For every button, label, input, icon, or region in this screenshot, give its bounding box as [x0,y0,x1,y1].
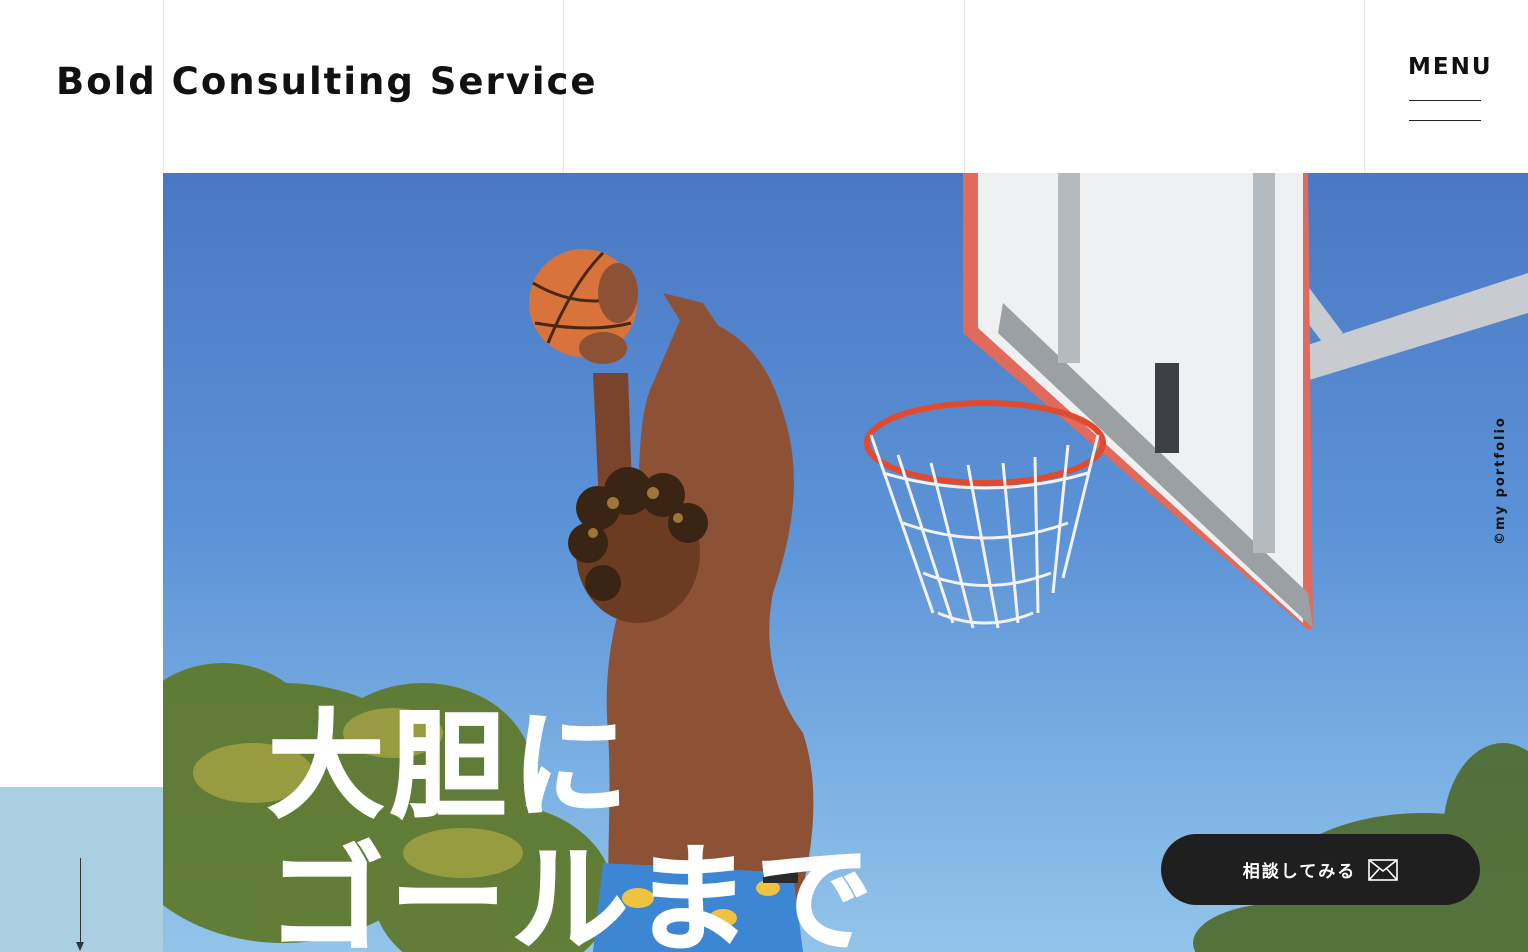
photo-credit: ©my portfolio [1493,416,1508,545]
scroll-line [80,858,81,944]
consult-button-label: 相談してみる [1242,862,1357,882]
menu-label: MENU [1408,54,1493,80]
scroll-down-indicator[interactable] [76,858,84,952]
envelope-icon [1368,858,1399,881]
hero-headline: 大胆に ゴールまで [267,699,878,952]
menu-button[interactable]: MENU [1404,54,1494,124]
header-divider [1364,0,1365,173]
site-logo[interactable]: Bold Consulting Service [56,60,598,103]
headline-line-1: 大胆に [267,699,634,835]
menu-bar-icon [1409,120,1481,121]
consult-button[interactable]: 相談してみる [1161,834,1480,905]
header-divider [964,0,965,173]
menu-bar-icon [1409,100,1481,101]
headline-line-2: ゴールまで [267,833,878,952]
arrow-down-icon [76,942,84,951]
